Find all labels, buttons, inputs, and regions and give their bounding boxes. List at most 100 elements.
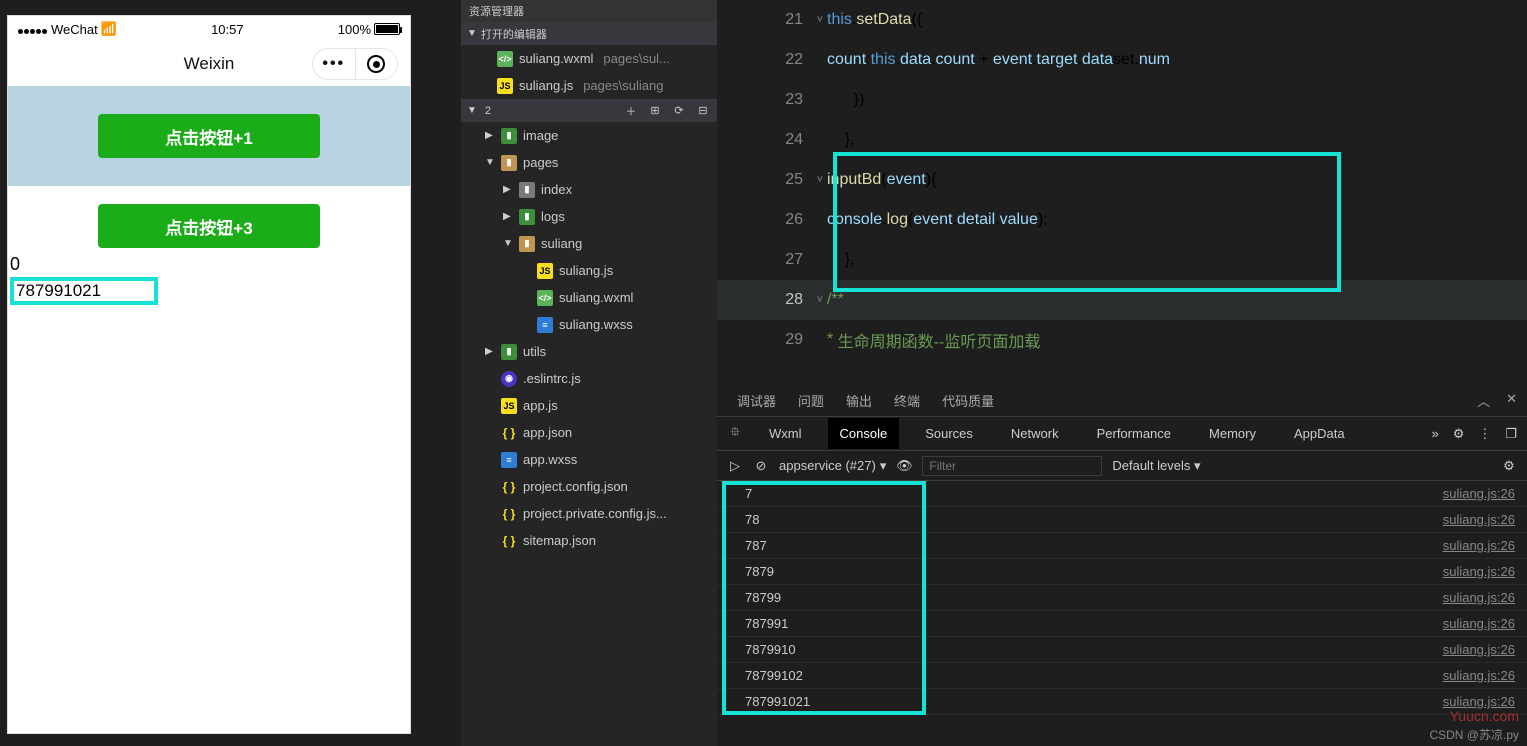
file-icon: ◉: [501, 371, 517, 387]
folder-icon: ▮: [519, 236, 535, 252]
dock-icon[interactable]: ❐: [1505, 426, 1517, 442]
code-line[interactable]: },: [827, 120, 1527, 160]
console-log-row[interactable]: 7suliang.js:26: [717, 481, 1527, 507]
log-source[interactable]: suliang.js:26: [1443, 512, 1515, 527]
log-source[interactable]: suliang.js:26: [1443, 616, 1515, 631]
item-label: app.wxss: [523, 452, 577, 467]
capsule-close-button[interactable]: [356, 55, 398, 73]
collapse-icon[interactable]: ⊟: [695, 103, 711, 119]
gear-icon[interactable]: ⚙: [1453, 426, 1465, 442]
fold-icon[interactable]: ˅: [817, 14, 823, 26]
tree-item[interactable]: ▶▮utils: [461, 338, 717, 365]
fold-icon[interactable]: ˅: [817, 174, 823, 186]
debugger-top-tabs: 调试器 问题 输出 终端 代码质量 ︿ ✕: [717, 384, 1527, 417]
console-log-row[interactable]: 78suliang.js:26: [717, 507, 1527, 533]
log-source[interactable]: suliang.js:26: [1443, 590, 1515, 605]
chevron-up-icon[interactable]: ︿: [1477, 391, 1490, 410]
open-editor-item[interactable]: JSsuliang.jspages\suliang: [461, 72, 717, 99]
close-icon[interactable]: ✕: [1506, 391, 1517, 410]
open-editor-item[interactable]: </>suliang.wxmlpages\sul...: [461, 45, 717, 72]
code-line[interactable]: console.log(event.detail.value);: [827, 200, 1527, 240]
fold-icon[interactable]: ˅: [817, 294, 823, 306]
tab-code-quality[interactable]: 代码质量: [942, 391, 994, 410]
log-source[interactable]: suliang.js:26: [1443, 538, 1515, 553]
tab-output[interactable]: 输出: [846, 391, 872, 410]
file-path: pages\sul...: [603, 51, 670, 66]
code-editor[interactable]: 21˅22232425˅262728˅29 this.setData({ cou…: [717, 0, 1527, 384]
counter-value: 0: [8, 254, 410, 275]
log-levels-selector[interactable]: Default levels ▾: [1112, 458, 1200, 474]
tab-terminal[interactable]: 终端: [894, 391, 920, 410]
tab-wxml[interactable]: Wxml: [757, 418, 814, 449]
tree-item[interactable]: ▼▮pages: [461, 149, 717, 176]
tab-performance[interactable]: Performance: [1085, 418, 1183, 449]
log-source[interactable]: suliang.js:26: [1443, 486, 1515, 501]
chevron-down-icon: ▼: [467, 105, 477, 116]
console-log-row[interactable]: 7879 suliang.js:26: [717, 559, 1527, 585]
code-line[interactable]: this.setData({: [827, 0, 1527, 40]
tree-item[interactable]: ▶▮image: [461, 122, 717, 149]
tree-item[interactable]: ≡suliang.wxss: [461, 311, 717, 338]
tree-item[interactable]: ▼▮suliang: [461, 230, 717, 257]
console-log-row[interactable]: 7879910 suliang.js:26: [717, 637, 1527, 663]
text-input[interactable]: 787991021: [10, 277, 158, 305]
code-line[interactable]: },: [827, 240, 1527, 280]
tree-item[interactable]: ▶▮logs: [461, 203, 717, 230]
filter-input[interactable]: [922, 456, 1102, 476]
log-source[interactable]: suliang.js:26: [1443, 694, 1515, 709]
new-file-icon[interactable]: ＋: [623, 103, 639, 119]
tree-item[interactable]: { }app.json: [461, 419, 717, 446]
code-line[interactable]: /**: [827, 280, 1527, 320]
log-source[interactable]: suliang.js:26: [1443, 668, 1515, 683]
button-plus-1[interactable]: 点击按钮+1: [98, 114, 320, 158]
log-source[interactable]: suliang.js:26: [1443, 564, 1515, 579]
console-log-row[interactable]: 787991suliang.js:26: [717, 611, 1527, 637]
tree-item[interactable]: JSapp.js: [461, 392, 717, 419]
button-plus-3[interactable]: 点击按钮+3: [98, 204, 320, 248]
tree-item[interactable]: { }project.config.json: [461, 473, 717, 500]
log-message: 7879910: [745, 642, 796, 657]
context-selector[interactable]: appservice (#27)▾: [779, 458, 886, 474]
log-message: 7879: [745, 564, 774, 579]
code-line[interactable]: }): [827, 80, 1527, 120]
code-line[interactable]: count:this.data.count + event.target.dat…: [827, 40, 1527, 80]
new-folder-icon[interactable]: ⊞: [647, 103, 663, 119]
tab-memory[interactable]: Memory: [1197, 418, 1268, 449]
capsule-menu-button[interactable]: •••: [313, 49, 356, 79]
eye-icon[interactable]: 👁: [896, 458, 912, 474]
clear-icon[interactable]: ⊘: [753, 458, 769, 474]
code-line[interactable]: * 生命周期函数--监听页面加载: [827, 320, 1527, 360]
tree-item[interactable]: { }sitemap.json: [461, 527, 717, 554]
console-log-row[interactable]: 78799suliang.js:26: [717, 585, 1527, 611]
tree-item[interactable]: JSsuliang.js: [461, 257, 717, 284]
console-log-row[interactable]: 787suliang.js:26: [717, 533, 1527, 559]
tree-item[interactable]: ◉.eslintrc.js: [461, 365, 717, 392]
console-log-row[interactable]: 787991021suliang.js:26: [717, 689, 1527, 715]
tree-item[interactable]: { }project.private.config.js...: [461, 500, 717, 527]
tree-item[interactable]: ≡app.wxss: [461, 446, 717, 473]
play-icon[interactable]: ▷: [727, 458, 743, 474]
tab-debugger[interactable]: 调试器: [737, 391, 776, 410]
tab-sources[interactable]: Sources: [913, 418, 985, 449]
project-root[interactable]: ▼ 2 ＋ ⊞ ⟳ ⊟: [461, 99, 717, 122]
tab-network[interactable]: Network: [999, 418, 1071, 449]
item-label: utils: [523, 344, 546, 359]
tab-console[interactable]: Console: [828, 418, 900, 449]
tab-problems[interactable]: 问题: [798, 391, 824, 410]
app-title-bar: Weixin •••: [8, 42, 410, 86]
tree-item[interactable]: ▶▮index: [461, 176, 717, 203]
inspect-icon[interactable]: ⯐: [727, 426, 743, 442]
tab-appdata[interactable]: AppData: [1282, 418, 1357, 449]
file-icon: JS: [497, 78, 513, 94]
credit-label: CSDN @苏凉.py: [1429, 726, 1519, 743]
code-line[interactable]: inputBd(event){: [827, 160, 1527, 200]
open-editors-section[interactable]: ▼ 打开的编辑器: [461, 22, 717, 45]
log-source[interactable]: suliang.js:26: [1443, 642, 1515, 657]
more-tabs-icon[interactable]: »: [1431, 426, 1438, 442]
time-label: 10:57: [211, 22, 244, 37]
console-log-row[interactable]: 78799102suliang.js:26: [717, 663, 1527, 689]
kebab-icon[interactable]: ⋮: [1478, 426, 1491, 442]
refresh-icon[interactable]: ⟳: [671, 103, 687, 119]
gear-icon[interactable]: ⚙: [1501, 458, 1517, 474]
tree-item[interactable]: </>suliang.wxml: [461, 284, 717, 311]
